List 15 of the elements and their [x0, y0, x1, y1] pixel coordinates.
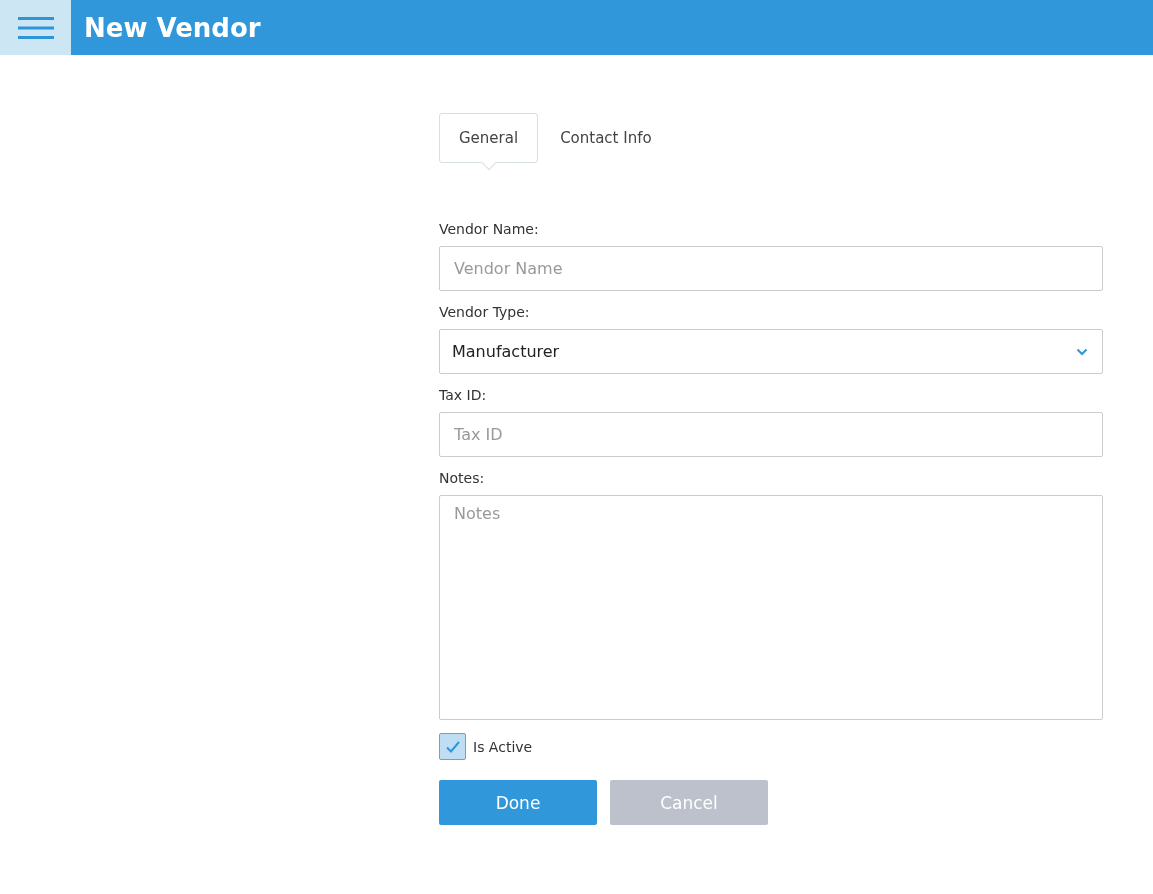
- field-label: Vendor Type:: [439, 304, 531, 320]
- menu-icon: [17, 15, 54, 40]
- checkbox-label: Is Active: [473, 738, 533, 755]
- field-label: Tax ID:: [439, 387, 488, 403]
- input-field[interactable]: Vendor Name: [439, 246, 1103, 291]
- chevron-down-icon: [1076, 347, 1088, 356]
- field-label: Notes:: [439, 470, 486, 486]
- input-field[interactable]: Tax ID: [439, 412, 1103, 457]
- notes-field[interactable]: Notes: [439, 495, 1103, 720]
- field-label: Vendor Name:: [439, 221, 540, 237]
- checkmark-icon: [444, 739, 461, 754]
- checkbox[interactable]: [439, 733, 466, 760]
- menu-button[interactable]: [0, 0, 71, 55]
- page-title: New Vendor: [84, 12, 261, 43]
- dropdown-field[interactable]: Manufacturer: [439, 329, 1103, 374]
